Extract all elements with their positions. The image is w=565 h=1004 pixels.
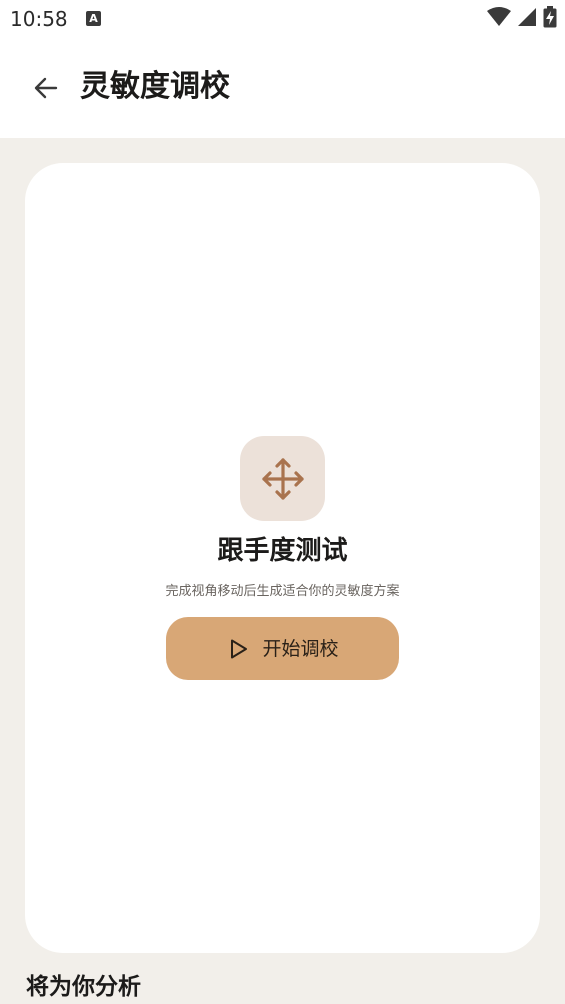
top-area: 10:58 A 灵敏度调校 <box>0 0 565 138</box>
start-calibration-button[interactable]: 开始调校 <box>166 617 399 680</box>
card-title: 跟手度测试 <box>217 536 348 566</box>
battery-charging-icon <box>543 6 557 32</box>
app-bar: 灵敏度调校 <box>0 55 565 119</box>
back-button[interactable] <box>26 68 66 108</box>
notification-a-icon: A <box>86 11 101 26</box>
status-time: 10:58 <box>10 7 68 31</box>
back-arrow-icon <box>34 77 58 99</box>
signal-icon <box>517 7 537 31</box>
move-icon-tile <box>240 436 325 521</box>
page-title: 灵敏度调校 <box>80 69 230 104</box>
section-title: 将为你分析 <box>26 974 141 1000</box>
start-button-label: 开始调校 <box>262 637 339 660</box>
play-icon <box>231 639 248 658</box>
card-subtitle: 完成视角移动后生成适合你的灵敏度方案 <box>165 584 400 599</box>
calibration-card: 跟手度测试 完成视角移动后生成适合你的灵敏度方案 开始调校 <box>25 163 540 953</box>
wifi-icon <box>487 7 511 31</box>
status-bar: 10:58 A <box>0 0 565 38</box>
move-arrows-icon <box>261 457 304 500</box>
status-icons <box>487 6 557 32</box>
